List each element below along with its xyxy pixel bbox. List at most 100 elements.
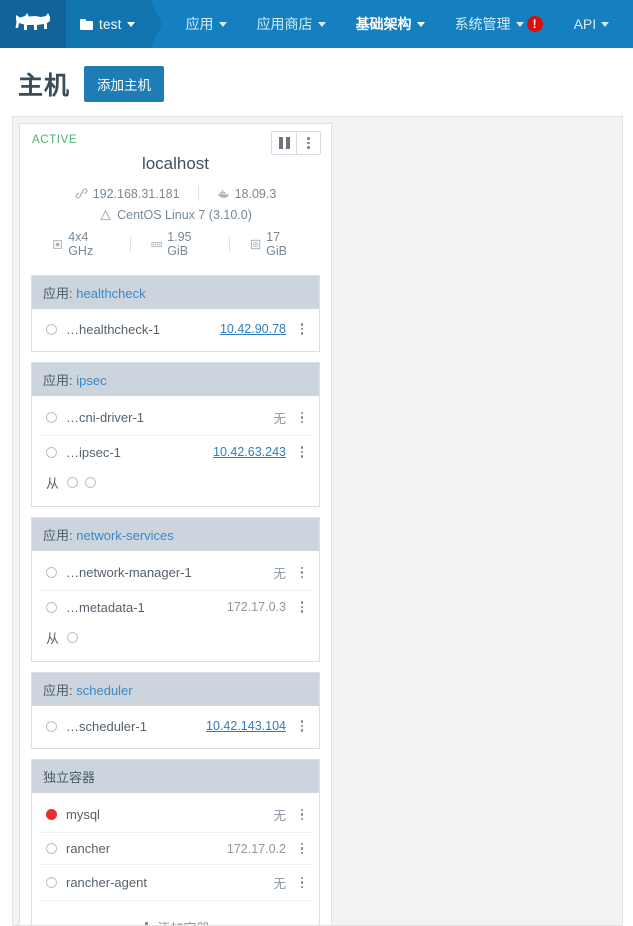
stack-header[interactable]: 应用: scheduler	[32, 673, 319, 706]
service-menu-button[interactable]	[296, 601, 308, 613]
page-title: 主机	[18, 72, 71, 100]
memory-icon	[151, 241, 162, 247]
host-memory-cell: 1.95 GiB	[131, 230, 229, 258]
stack-header[interactable]: 应用: network-services	[32, 518, 319, 551]
service-name[interactable]: …scheduler-1	[66, 719, 206, 734]
service-ip[interactable]: 10.42.143.104	[206, 719, 286, 733]
service-row[interactable]: rancher 172.17.0.2	[39, 833, 312, 865]
host-network-info: 192.168.31.181 18.09.3	[32, 186, 319, 201]
service-menu-button[interactable]	[296, 876, 308, 889]
host-docker-version: 18.09.3	[234, 186, 277, 201]
service-name[interactable]: …ipsec-1	[66, 445, 213, 460]
chevron-down-icon	[218, 21, 227, 27]
chevron-down-icon	[515, 21, 524, 27]
state-running-icon	[46, 720, 57, 732]
service-menu-button[interactable]	[296, 808, 308, 821]
service-name[interactable]: …healthcheck-1	[66, 322, 220, 337]
service-row[interactable]: …metadata-1 172.17.0.3	[39, 591, 312, 623]
stack-name-link[interactable]: scheduler	[76, 683, 132, 698]
stack-scheduler: 应用: scheduler …scheduler-1 10.42.143.104	[31, 672, 320, 749]
host-card: ACTIVE localhost 192.168.31.181 18.09.3 …	[19, 123, 332, 925]
nav-item-label: API	[573, 16, 597, 32]
top-navbar: test 应用 应用商店 基础架构 系统管理 ! API	[0, 0, 633, 48]
service-menu-button[interactable]	[296, 720, 308, 732]
service-ip[interactable]: 10.42.90.78	[220, 322, 286, 336]
stack-network-services: 应用: network-services …network-manager-1 无……	[31, 517, 320, 662]
nav-item-api[interactable]: API	[559, 0, 625, 48]
service-ip: 无	[273, 412, 286, 426]
service-menu-button[interactable]	[296, 411, 308, 424]
host-disk: 17 GiB	[266, 230, 287, 258]
service-row[interactable]: mysql 无	[39, 797, 312, 833]
service-row[interactable]: …network-manager-1 无	[39, 555, 312, 591]
stack-body: …scheduler-1 10.42.143.104	[32, 706, 319, 748]
service-menu-button[interactable]	[296, 323, 308, 335]
state-running-icon[interactable]	[85, 477, 97, 488]
service-name[interactable]: …metadata-1	[66, 600, 227, 615]
pause-icon	[278, 137, 290, 149]
nav-item-catalog[interactable]: 应用商店	[242, 0, 341, 48]
stack-prefix-label: 应用:	[43, 683, 73, 698]
host-memory: 1.95 GiB	[167, 230, 192, 258]
more-vertical-icon	[300, 842, 304, 855]
service-name[interactable]: mysql	[66, 807, 273, 822]
service-row[interactable]: …cni-driver-1 无	[39, 400, 312, 436]
service-ip[interactable]: 10.42.63.243	[213, 445, 286, 459]
service-name[interactable]: rancher	[66, 841, 227, 856]
environment-selector[interactable]: test	[66, 0, 162, 48]
chevron-down-icon	[416, 21, 425, 27]
stack-name-link[interactable]: healthcheck	[76, 286, 145, 301]
service-name[interactable]: …cni-driver-1	[66, 410, 273, 425]
host-menu-button[interactable]	[296, 132, 320, 154]
stack-header[interactable]: 独立容器	[32, 760, 319, 793]
stack-body: …network-manager-1 无 …metadata-1 172.17.0.3…	[32, 551, 319, 661]
nav-item-infrastructure[interactable]: 基础架构	[341, 0, 440, 48]
add-host-button[interactable]: 添加主机	[84, 66, 165, 102]
state-running-icon[interactable]	[67, 632, 79, 643]
nav-item-label: 应用商店	[256, 16, 313, 32]
add-container-button[interactable]: 添加容器	[32, 907, 319, 925]
chevron-down-icon	[317, 21, 326, 27]
service-name[interactable]: …network-manager-1	[66, 565, 273, 580]
more-vertical-icon	[300, 323, 304, 335]
service-menu-button[interactable]	[296, 842, 308, 855]
host-cpu-cell: 4x4 GHz	[32, 230, 130, 258]
stack-name-link[interactable]: ipsec	[76, 373, 106, 388]
host-os-info: CentOS Linux 7 (3.10.0)	[32, 208, 319, 222]
stack-header[interactable]: 应用: healthcheck	[32, 276, 319, 309]
host-ip-cell: 192.168.31.181	[57, 187, 198, 201]
state-running-icon	[46, 877, 57, 888]
service-row[interactable]: …ipsec-1 10.42.63.243	[39, 436, 312, 468]
service-row[interactable]: …healthcheck-1 10.42.90.78	[39, 313, 312, 345]
rancher-cow-logo	[15, 13, 50, 30]
stack-header[interactable]: 应用: ipsec	[32, 363, 319, 396]
nav-item-apps[interactable]: 应用	[171, 0, 242, 48]
chevron-down-icon	[601, 21, 610, 27]
service-row[interactable]: rancher-agent 无	[39, 865, 312, 901]
host-name: localhost	[141, 154, 210, 173]
service-name[interactable]: rancher-agent	[66, 875, 273, 890]
more-vertical-icon	[300, 566, 304, 579]
host-pause-button[interactable]	[272, 132, 296, 154]
nav-item-label: 系统管理	[454, 16, 511, 32]
service-row[interactable]: …scheduler-1 10.42.143.104	[39, 710, 312, 742]
service-menu-button[interactable]	[296, 446, 308, 458]
more-vertical-icon	[307, 137, 310, 149]
link-icon	[75, 188, 88, 199]
stack-prefix-label: 应用:	[43, 528, 73, 543]
stack-name-link[interactable]: network-services	[76, 528, 174, 543]
stack-title: 独立容器	[43, 770, 96, 785]
alert-badge-icon[interactable]: !	[526, 16, 543, 32]
host-ip: 192.168.31.181	[92, 186, 180, 201]
stack-prefix-label: 应用:	[43, 373, 73, 388]
more-vertical-icon	[300, 720, 304, 732]
more-vertical-icon	[300, 876, 304, 889]
host-resources: 4x4 GHz 1.95 GiB 17 GiB	[32, 230, 319, 269]
nav-item-admin[interactable]: 系统管理 !	[440, 0, 559, 48]
rancher-logo[interactable]	[0, 0, 66, 48]
service-menu-button[interactable]	[296, 566, 308, 579]
state-running-icon	[46, 446, 57, 458]
state-running-icon[interactable]	[67, 477, 79, 488]
state-running-icon	[46, 323, 57, 335]
stack-body: …cni-driver-1 无 …ipsec-1 10.42.63.243 从	[32, 396, 319, 506]
